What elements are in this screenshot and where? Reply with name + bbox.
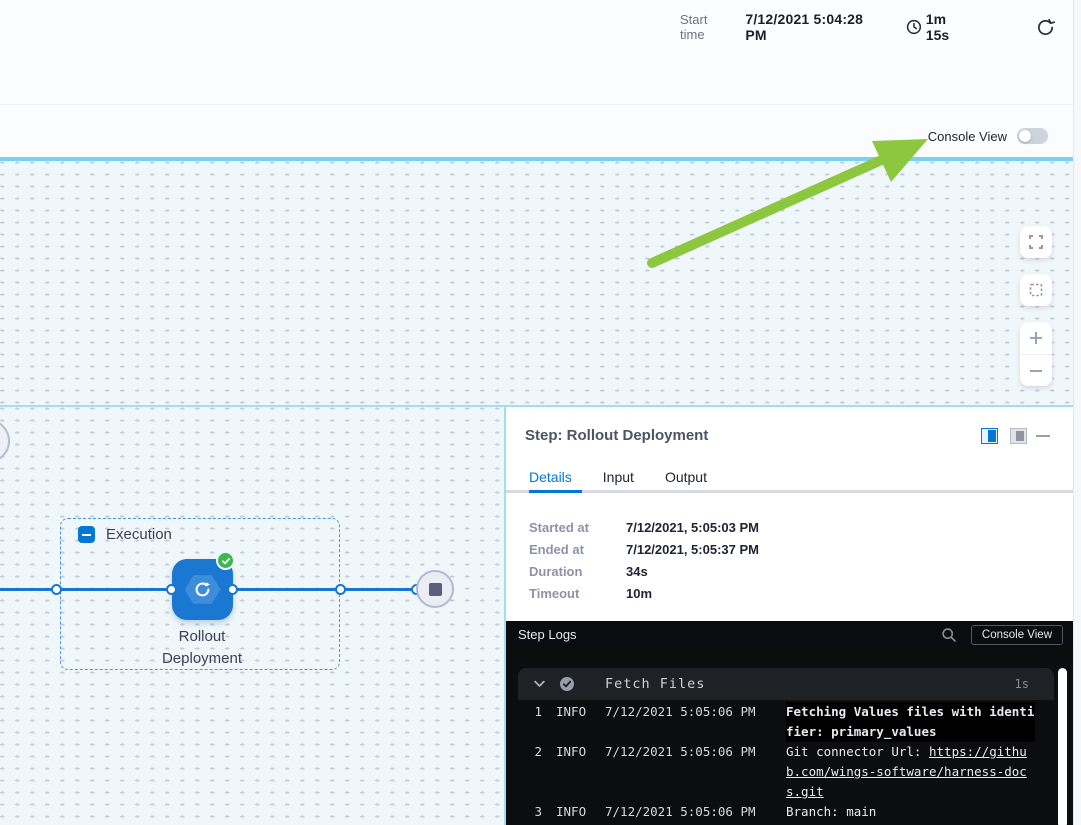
check-icon — [221, 556, 231, 566]
log-level: INFO — [556, 742, 590, 762]
tab-input[interactable]: Input — [603, 469, 634, 491]
check-circle-icon — [559, 676, 575, 692]
pipeline-canvas[interactable] — [0, 161, 1081, 405]
logs-actions: Console View — [941, 625, 1063, 645]
detail-label: Timeout — [529, 586, 626, 601]
toggle-knob — [1019, 130, 1031, 142]
connector-dot — [227, 584, 238, 595]
detail-label: Duration — [529, 564, 626, 579]
panel-title: Step: Rollout Deployment — [525, 427, 708, 444]
log-lines: 1 INFO 7/12/2021 5:05:06 PM Fetching Val… — [506, 702, 1054, 822]
log-timestamp: 7/12/2021 5:05:06 PM — [605, 742, 759, 762]
run-meta: Start time 7/12/2021 5:04:28 PM 1m 15s — [680, 11, 1081, 43]
tab-output[interactable]: Output — [665, 469, 707, 491]
zoom-in-button[interactable] — [1020, 322, 1052, 354]
detail-label: Started at — [529, 520, 626, 535]
connector-dot — [335, 584, 346, 595]
fit-to-view-icon — [1029, 283, 1043, 297]
minus-icon — [1028, 363, 1044, 379]
fullscreen-button[interactable] — [1020, 226, 1052, 258]
connector-dot — [166, 584, 177, 595]
elapsed-duration: 1m 15s — [906, 11, 973, 43]
end-node — [416, 570, 454, 608]
chevron-down-icon — [534, 680, 545, 688]
step-hexagon — [185, 574, 221, 606]
log-message: Fetching Values files with identifier: p… — [786, 702, 1035, 742]
execution-canvas[interactable]: Execution Rollout Deployment — [0, 407, 504, 825]
step-detail-list: Started at 7/12/2021, 5:05:03 PM Ended a… — [529, 520, 759, 601]
log-message: Git connector Url: https://github.com/wi… — [786, 742, 1035, 802]
execution-group-label: Execution — [106, 526, 172, 543]
layout-right-panel-icon[interactable] — [981, 428, 998, 444]
log-level: INFO — [556, 702, 590, 722]
stop-square-icon — [429, 583, 442, 596]
console-view-control: Console View — [928, 128, 1048, 144]
start-time-value: 7/12/2021 5:04:28 PM — [745, 11, 888, 43]
tabs-separator — [506, 490, 1073, 493]
page-scrollbar-track[interactable] — [1073, 0, 1081, 825]
fit-to-view-button[interactable] — [1020, 274, 1052, 306]
log-scrollbar-thumb[interactable] — [1058, 668, 1067, 825]
step-details-panel: Step: Rollout Deployment Details Input O… — [506, 407, 1073, 825]
plus-icon — [1028, 330, 1044, 346]
log-timestamp: 7/12/2021 5:05:06 PM — [605, 702, 759, 722]
log-group-header[interactable]: Fetch Files 1s — [518, 668, 1054, 700]
refresh-button[interactable] — [1035, 17, 1056, 38]
active-tab-underline — [529, 490, 582, 493]
log-line: 2 INFO 7/12/2021 5:05:06 PM Git connecto… — [506, 742, 1054, 802]
log-line-number: 1 — [506, 702, 542, 722]
log-message: Branch: main — [786, 802, 1035, 822]
search-icon[interactable] — [941, 627, 957, 643]
node-label-line2: Deployment — [122, 648, 282, 670]
log-line-number: 3 — [506, 802, 542, 822]
execution-page: Start time 7/12/2021 5:04:28 PM 1m 15s C… — [0, 0, 1081, 825]
log-line-number: 2 — [506, 742, 542, 762]
log-timestamp: 7/12/2021 5:05:06 PM — [605, 802, 759, 822]
clock-icon — [906, 19, 922, 35]
log-level: INFO — [556, 802, 590, 822]
log-area: Fetch Files 1s 1 INFO 7/12/2021 5:05:06 … — [506, 648, 1073, 825]
minimize-panel-icon[interactable] — [1036, 435, 1050, 437]
console-view-button[interactable]: Console View — [971, 625, 1063, 645]
tab-details[interactable]: Details — [529, 469, 572, 491]
log-line: 1 INFO 7/12/2021 5:05:06 PM Fetching Val… — [506, 702, 1054, 742]
execution-group-header: Execution — [78, 526, 172, 543]
detail-value: 10m — [626, 586, 759, 601]
offscreen-node-edge — [0, 419, 10, 463]
page-header: Start time 7/12/2021 5:04:28 PM 1m 15s — [0, 0, 1081, 105]
detail-label: Ended at — [529, 542, 626, 557]
log-group-name: Fetch Files — [605, 676, 705, 692]
detail-value: 34s — [626, 564, 759, 579]
connector-dot — [51, 584, 62, 595]
zoom-out-button[interactable] — [1020, 355, 1052, 387]
fullscreen-icon — [1029, 235, 1043, 249]
start-time-label: Start time — [680, 12, 735, 42]
rollout-icon — [193, 580, 212, 599]
node-caption: Rollout Deployment — [122, 626, 282, 670]
log-line: 3 INFO 7/12/2021 5:05:06 PM Branch: main — [506, 802, 1054, 822]
node-label-line1: Rollout — [122, 626, 282, 648]
step-logs-bar: Step Logs Console View — [506, 621, 1073, 648]
zoom-control-group — [1020, 322, 1052, 386]
detail-value: 7/12/2021, 5:05:37 PM — [626, 542, 759, 557]
success-badge — [216, 551, 235, 570]
step-logs-title: Step Logs — [518, 627, 577, 642]
console-view-toggle[interactable] — [1017, 128, 1048, 144]
collapse-group-icon[interactable] — [78, 526, 95, 543]
console-view-label: Console View — [928, 129, 1007, 144]
refresh-icon — [1035, 17, 1056, 38]
layout-bottom-panel-icon[interactable] — [1010, 428, 1027, 444]
detail-value: 7/12/2021, 5:05:03 PM — [626, 520, 759, 535]
graph-toolbar: Console View — [0, 106, 1081, 157]
log-message-text: Git connector Url: — [786, 744, 929, 759]
panel-tabs: Details Input Output — [529, 469, 707, 491]
log-group-duration: 1s — [1015, 677, 1029, 691]
